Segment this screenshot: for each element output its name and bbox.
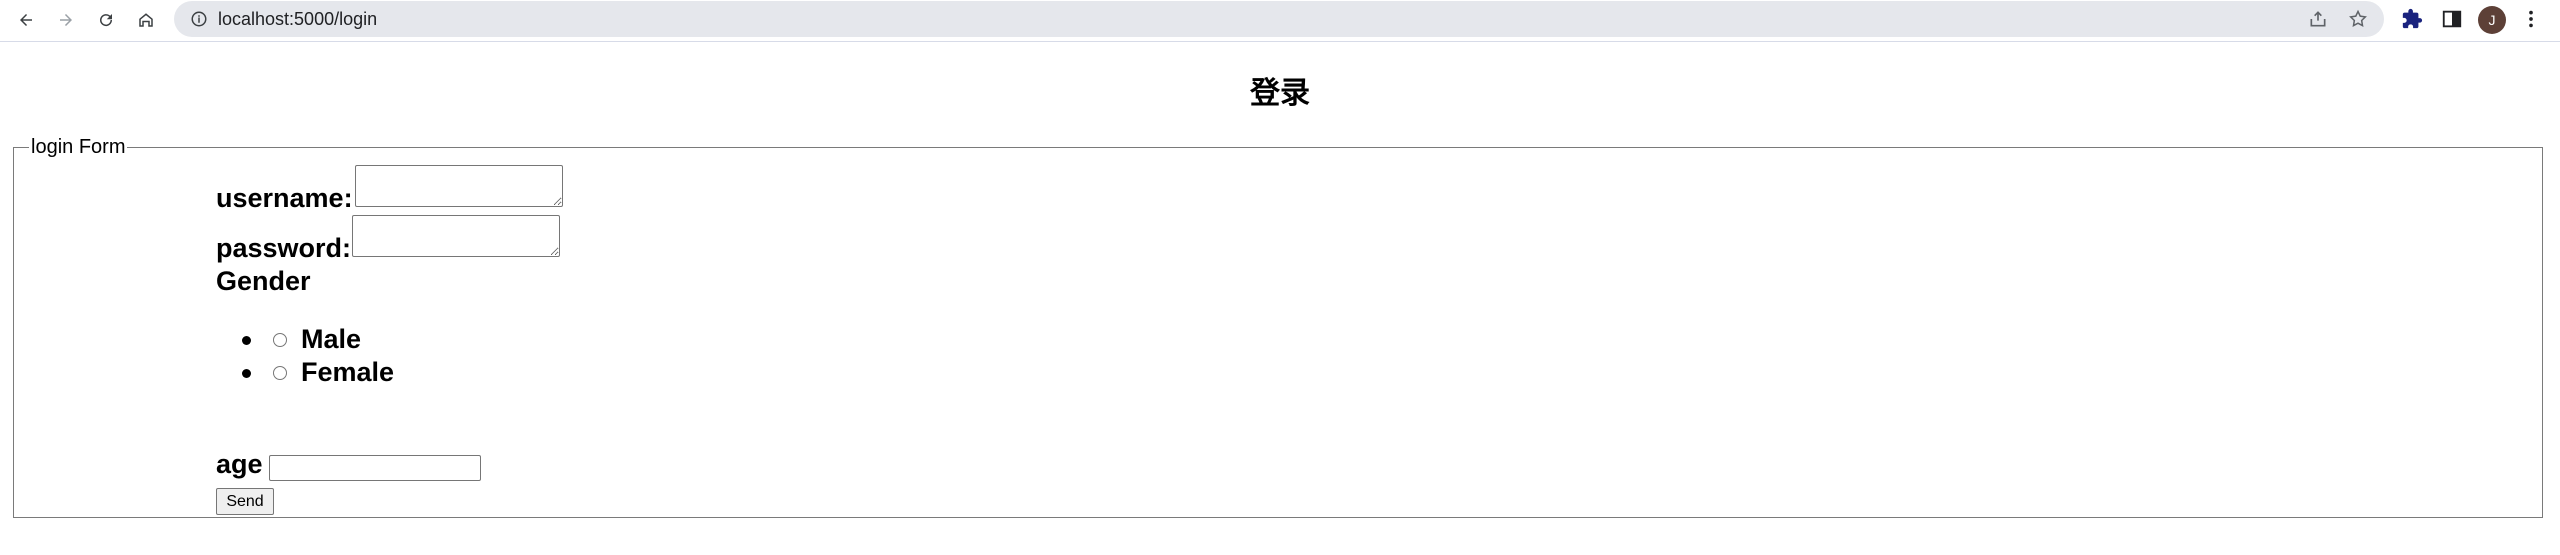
age-label: age <box>216 449 263 479</box>
username-label: username: <box>216 183 353 213</box>
password-label: password: <box>216 233 352 263</box>
back-arrow-icon[interactable] <box>12 6 40 34</box>
kebab-menu-icon[interactable] <box>2520 8 2542 30</box>
forward-arrow-icon[interactable] <box>52 6 80 34</box>
avatar[interactable]: J <box>2478 6 2506 34</box>
home-icon[interactable] <box>132 6 160 34</box>
reload-icon[interactable] <box>92 6 120 34</box>
list-bullet <box>242 369 251 378</box>
avatar-letter: J <box>2488 12 2496 28</box>
star-icon[interactable] <box>2348 9 2368 29</box>
address-bar[interactable]: localhost:5000/login <box>174 1 2384 37</box>
male-radio[interactable] <box>273 333 287 347</box>
url-text[interactable]: localhost:5000/login <box>218 9 377 30</box>
female-label: Female <box>301 357 395 387</box>
puzzle-icon[interactable] <box>2401 8 2423 30</box>
page-title: 登录 <box>1250 76 1310 111</box>
female-radio[interactable] <box>273 366 287 380</box>
side-panel-icon[interactable] <box>2441 8 2463 30</box>
male-label: Male <box>301 324 362 354</box>
list-bullet <box>242 336 251 345</box>
browser-toolbar: localhost:5000/login J <box>0 0 2560 42</box>
age-input[interactable] <box>269 455 481 481</box>
send-button[interactable]: Send <box>216 488 274 515</box>
gender-label: Gender <box>216 266 311 296</box>
form-legend: login Form <box>31 136 126 158</box>
share-icon[interactable] <box>2308 9 2328 29</box>
username-field[interactable] <box>355 165 563 207</box>
password-field[interactable] <box>352 215 560 257</box>
info-icon[interactable] <box>190 10 208 28</box>
